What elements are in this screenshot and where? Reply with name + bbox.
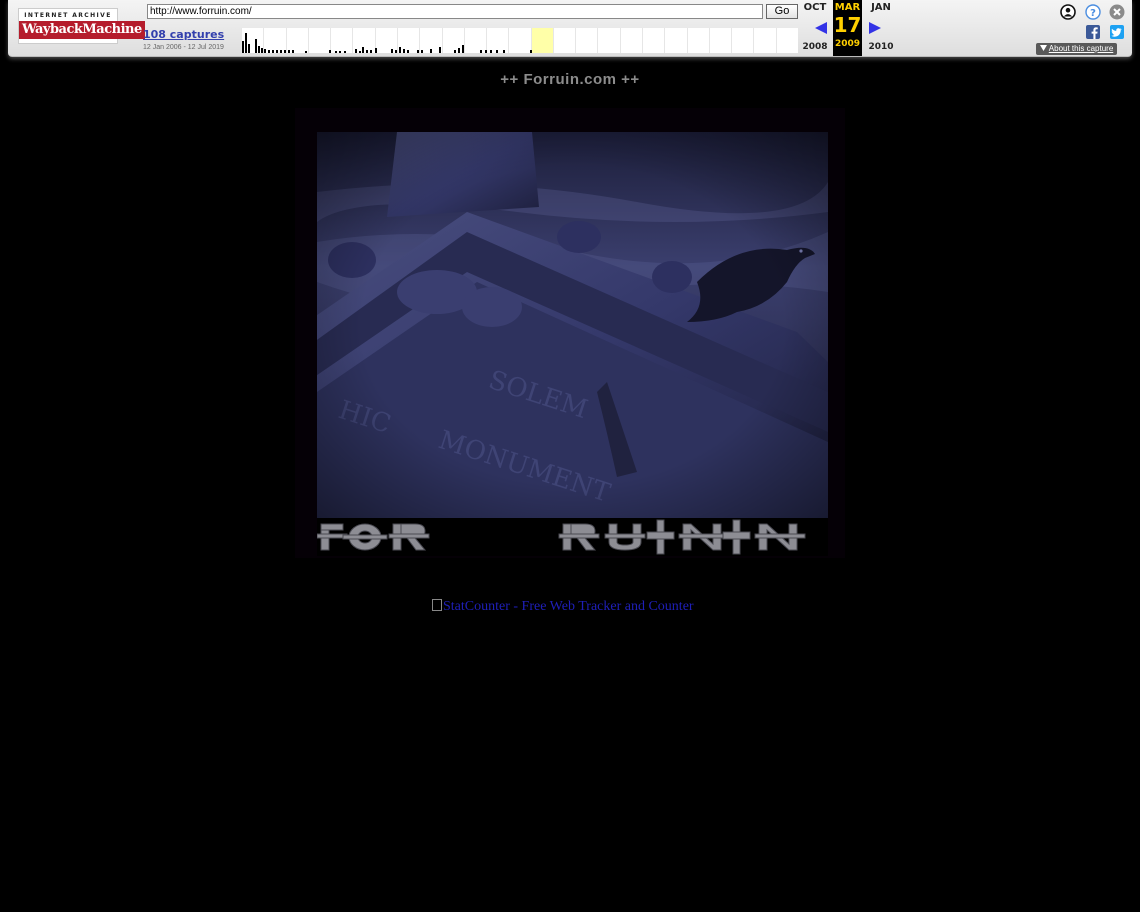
sparkline-year-column[interactable] [642,28,664,53]
capture-sparkline[interactable] [241,28,798,53]
sparkline-bar [417,50,419,53]
sparkline-bar [490,50,492,53]
current-day: 17 [833,13,862,37]
sparkline-bar [339,51,341,53]
sparkline-bar [288,50,290,53]
sparkline-year-column[interactable] [597,28,619,53]
wayback-toolbar: INTERNET ARCHIVE WaybackMachine Go 108 c… [8,0,1132,57]
sparkline-year-column[interactable] [463,28,486,53]
current-capture-date: MAR 17 2009 [833,0,862,56]
close-icon[interactable] [1109,4,1125,25]
sparkline-bar [329,50,331,53]
sparkline-year-column[interactable] [619,28,642,53]
sparkline-bar [292,50,294,53]
sparkline-year-column[interactable] [664,28,686,53]
sparkline-bar [395,50,397,53]
sparkline-year-column[interactable] [330,28,352,53]
sparkline-current-year[interactable] [530,28,553,53]
prev-capture-arrow-icon[interactable] [814,21,828,40]
facebook-icon[interactable] [1086,25,1100,44]
sparkline-bar [439,47,441,53]
sparkline-bar [430,49,432,53]
logo-wayback-machine-text: WaybackMachine [19,21,145,39]
statcounter-link[interactable]: StatCounter - Free Web Tracker and Count… [432,599,694,615]
sparkline-bar [305,51,307,53]
sparkline-bar [284,50,286,53]
sparkline-bar [272,50,274,53]
sparkline-year-column[interactable] [307,28,330,53]
twitter-icon[interactable] [1110,25,1124,44]
about-capture-label: About this capture [1048,44,1114,53]
sparkline-bar [485,50,487,53]
sparkline-bar [462,45,464,53]
sparkline-year-column[interactable] [575,28,597,53]
sparkline-bar [366,50,368,53]
help-icon[interactable]: ? [1085,4,1101,25]
sparkline-bar [264,49,266,53]
sparkline-bar [242,41,244,53]
url-input[interactable] [147,4,763,19]
user-icon[interactable] [1060,4,1076,25]
sparkline-bar [335,51,337,53]
sparkline-bar [403,49,405,53]
sparkline-year-column[interactable] [374,28,397,53]
sparkline-year-column[interactable] [708,28,731,53]
sparkline-year-column[interactable] [263,28,285,53]
about-capture-button[interactable]: About this capture [1036,43,1118,55]
sparkline-bar [276,50,278,53]
sparkline-bar [399,47,401,53]
sparkline-year-column[interactable] [731,28,753,53]
sparkline-year-column[interactable] [508,28,530,53]
sparkline-bar [280,50,282,53]
sparkline-bar [530,50,532,53]
sparkline-bar [268,50,270,53]
sparkline-bar [362,47,364,53]
sparkline-bar [496,50,498,53]
sparkline-bar [375,48,377,53]
sparkline-bar [261,48,263,53]
capture-date-range: 12 Jan 2006 - 12 Jul 2019 [143,44,224,51]
statcounter-alt-text: StatCounter - Free Web Tracker and Count… [443,599,694,614]
captures-link[interactable]: 108 captures [143,28,224,41]
sparkline-bar [421,50,423,53]
sparkline-bar [391,49,393,53]
sparkline-year-column[interactable] [753,28,775,53]
sparkline-bar [359,51,361,53]
sparkline-bar [258,46,260,53]
prev-month-link[interactable]: OCT [800,2,830,13]
next-capture-arrow-icon[interactable] [868,21,882,40]
next-month-link[interactable]: JAN [866,2,896,13]
for-ruin-logo [316,518,828,556]
sparkline-bar [248,44,250,53]
sparkline-year-column[interactable] [552,28,575,53]
sparkline-year-column[interactable] [775,28,798,53]
svg-text:?: ? [1090,8,1096,19]
page-title: ++ Forruin.com ++ [500,71,640,88]
broken-image-icon [432,599,442,611]
sparkline-bar [407,50,409,53]
chevron-down-icon [1040,45,1047,51]
go-button[interactable]: Go [766,4,798,19]
sparkline-bar [480,50,482,53]
logo-internet-archive-text: INTERNET ARCHIVE [24,12,112,19]
banner-image: HIC SOLEM MONUMENT [317,132,828,518]
current-year: 2009 [834,39,861,49]
sparkline-bar [370,50,372,53]
sparkline-bar [255,39,257,53]
sparkline-bar [355,49,357,53]
next-year-link[interactable]: 2010 [866,42,896,52]
sparkline-bar [454,50,456,53]
sparkline-bar [458,48,460,53]
sparkline-bar [503,50,505,53]
sparkline-year-column[interactable] [686,28,709,53]
sparkline-bar [344,51,346,53]
sparkline-bar [245,33,247,53]
prev-year-link[interactable]: 2008 [800,42,830,52]
sparkline-year-column[interactable] [441,28,464,53]
wayback-logo[interactable]: INTERNET ARCHIVE WaybackMachine [18,8,145,44]
current-month: MAR [834,2,861,13]
